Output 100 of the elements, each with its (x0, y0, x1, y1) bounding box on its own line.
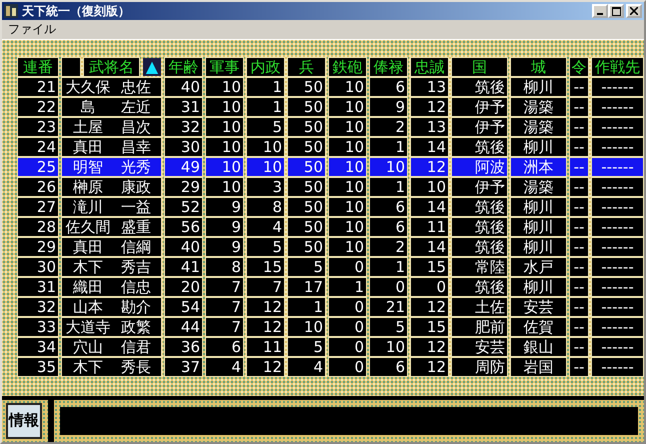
table-cell: 15 (411, 258, 448, 276)
sort-indicator[interactable]: ▲ (143, 58, 161, 76)
name-cell[interactable]: 島 左近 (62, 98, 161, 116)
minimize-button[interactable] (592, 4, 608, 18)
name-cell[interactable]: 滝川 一益 (62, 198, 161, 216)
table-cell: 7 (206, 298, 243, 316)
menu-item[interactable]: ファイル (8, 21, 56, 38)
table-cell: 9 (206, 218, 243, 236)
name-cell[interactable]: 佐久間 盛重 (62, 218, 161, 236)
table-cell: 50 (288, 198, 325, 216)
name-cell[interactable]: 穴山 信君 (62, 338, 161, 356)
family-name: 穴山 (72, 338, 104, 356)
table-cell: 14 (411, 198, 448, 216)
column-header[interactable]: 連番 (18, 58, 58, 76)
column-header[interactable]: 軍事 (206, 58, 243, 76)
table-cell: 21 (18, 78, 58, 96)
table-cell: 湯築 (511, 118, 566, 136)
table-cell: 筑後 (452, 198, 507, 216)
name-cell[interactable]: 土屋 昌次 (62, 118, 161, 136)
table-cell: 10 (288, 318, 325, 336)
name-cell[interactable]: 大道寺 政繁 (62, 318, 161, 336)
table-cell: 12 (247, 318, 284, 336)
table-cell: 10 (206, 78, 243, 96)
table-cell: -- (570, 198, 588, 216)
table-cell: ------ (592, 218, 643, 236)
given-name: 盛重 (121, 218, 151, 236)
table-cell: 12 (247, 358, 284, 376)
table-cell: 10 (329, 98, 366, 116)
info-button[interactable]: 情報 (6, 403, 42, 439)
name-cell[interactable]: 木下 秀吉 (62, 258, 161, 276)
table-cell: 29 (165, 178, 202, 196)
name-cell[interactable]: 大久保 忠佐 (62, 78, 161, 96)
maximize-button[interactable] (608, 4, 624, 18)
column-header[interactable]: 作戦先 (592, 58, 643, 76)
table-cell: 54 (165, 298, 202, 316)
name-cell[interactable]: 榊原 康政 (62, 178, 161, 196)
table-cell: 15 (247, 258, 284, 276)
table-cell: 10 (329, 138, 366, 156)
table-cell: 10 (247, 138, 284, 156)
table-cell: 伊予 (452, 118, 507, 136)
close-button[interactable] (626, 4, 642, 18)
table-cell: 0 (329, 318, 366, 336)
table-cell: 1 (247, 98, 284, 116)
name-cell[interactable]: 明智 光秀 (62, 158, 161, 176)
given-name: 光秀 (121, 158, 151, 176)
name-cell[interactable]: 木下 秀長 (62, 358, 161, 376)
table-cell: 35 (18, 358, 58, 376)
table-cell: ------ (592, 138, 643, 156)
column-header[interactable]: 兵 (288, 58, 325, 76)
table-cell: 筑後 (452, 138, 507, 156)
column-header[interactable]: 武将名 (84, 58, 139, 76)
table-cell: 49 (165, 158, 202, 176)
family-name: 土屋 (72, 118, 104, 136)
column-header[interactable]: 内政 (247, 58, 284, 76)
name-cell[interactable]: 織田 信忠 (62, 278, 161, 296)
table-cell: 10 (329, 198, 366, 216)
name-cell[interactable]: 真田 昌幸 (62, 138, 161, 156)
table-cell: 5 (247, 118, 284, 136)
table-cell: 柳川 (511, 278, 566, 296)
table-cell: 安芸 (452, 338, 507, 356)
table-cell: 21 (370, 298, 407, 316)
given-name: 勘介 (121, 298, 151, 316)
table-cell: 44 (165, 318, 202, 336)
table-cell: 柳川 (511, 198, 566, 216)
table-cell: 1 (329, 278, 366, 296)
table-cell: 肥前 (452, 318, 507, 336)
column-header[interactable]: 令 (570, 58, 588, 76)
table-cell: 筑後 (452, 78, 507, 96)
table-cell: 11 (247, 338, 284, 356)
close-icon (630, 7, 638, 15)
app-icon (4, 4, 18, 18)
family-name: 大道寺 (64, 318, 112, 336)
column-header[interactable]: 鉄砲 (329, 58, 366, 76)
table-cell: 12 (411, 338, 448, 356)
table-cell: 湯築 (511, 98, 566, 116)
table-cell: 0 (329, 258, 366, 276)
table-cell: 31 (165, 98, 202, 116)
column-header[interactable]: 俸禄 (370, 58, 407, 76)
table-cell: -- (570, 238, 588, 256)
name-cell[interactable]: 真田 信綱 (62, 238, 161, 256)
table-cell: 9 (206, 198, 243, 216)
table-cell: 6 (370, 78, 407, 96)
column-header[interactable]: 忠誠 (411, 58, 448, 76)
table-cell: 0 (329, 358, 366, 376)
column-header[interactable]: 城 (511, 58, 566, 76)
table-cell: ------ (592, 78, 643, 96)
table-cell: 50 (288, 98, 325, 116)
table-cell: 30 (165, 138, 202, 156)
name-cell[interactable]: 山本 勘介 (62, 298, 161, 316)
table-cell: -- (570, 78, 588, 96)
table-cell: 40 (165, 78, 202, 96)
table-cell: 10 (206, 98, 243, 116)
table-cell: 50 (288, 138, 325, 156)
table-cell: 7 (206, 318, 243, 336)
column-header[interactable]: 年齢 (165, 58, 202, 76)
table-cell: 41 (165, 258, 202, 276)
table-cell: ------ (592, 158, 643, 176)
table-cell: 10 (329, 78, 366, 96)
given-name: 一益 (121, 198, 151, 216)
column-header[interactable]: 国 (452, 58, 507, 76)
